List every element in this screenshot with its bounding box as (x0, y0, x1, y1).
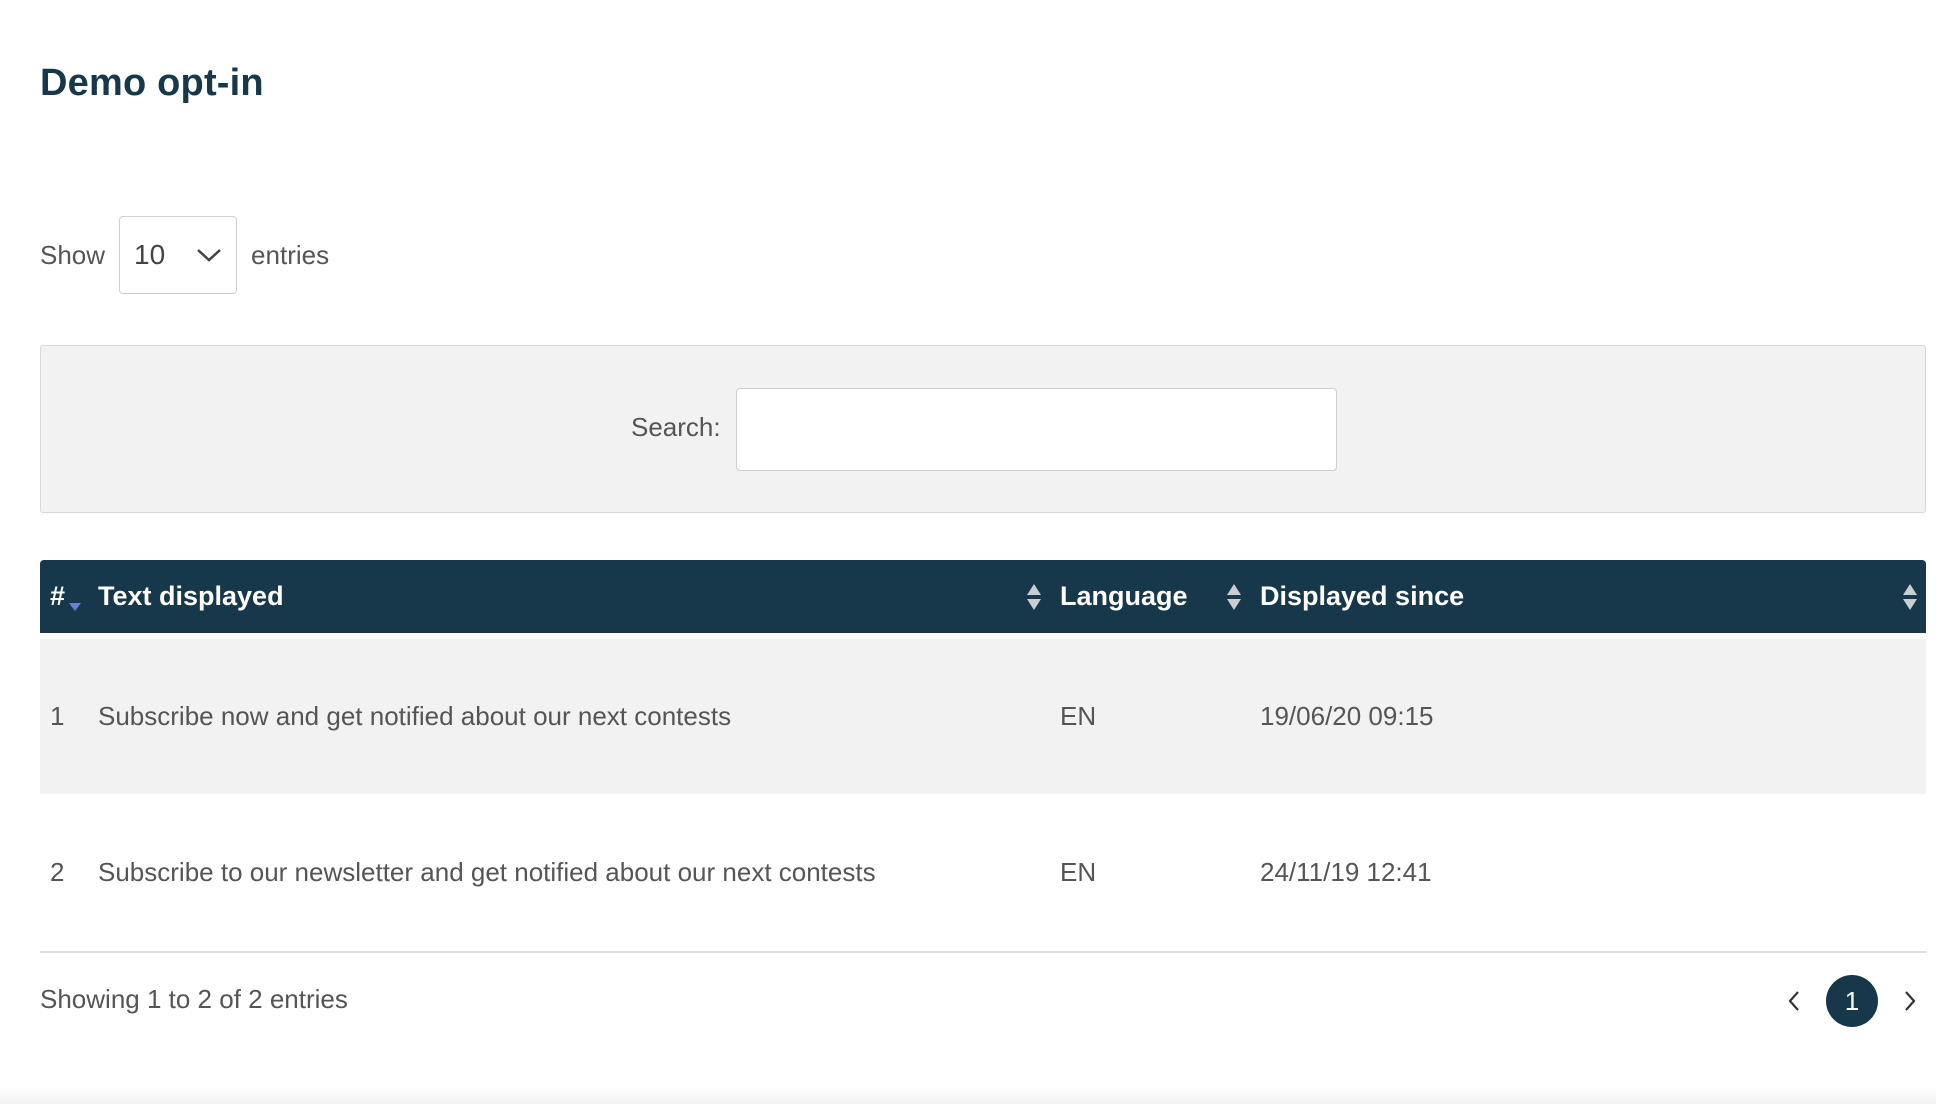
column-header-text-displayed[interactable]: Text displayed (88, 560, 1050, 636)
cell-language: EN (1050, 633, 1250, 794)
pagination: 1 (1780, 975, 1924, 1027)
next-page-button[interactable] (1896, 987, 1924, 1015)
cell-displayed-since: 24/11/19 12:41 (1250, 794, 1926, 953)
search-filter-panel: Search: (40, 345, 1926, 513)
cell-displayed-since: 19/06/20 09:15 (1250, 633, 1926, 794)
entries-label: entries (251, 239, 330, 270)
footer-shadow (0, 1086, 1936, 1104)
show-label: Show (40, 239, 106, 270)
entries-per-page-select[interactable]: 10 (119, 216, 238, 294)
entries-per-page-value: 10 (134, 239, 166, 270)
data-table: # Text displayed Language Displayed sinc… (40, 560, 1926, 953)
chevron-down-icon (197, 249, 221, 262)
sort-desc-icon (69, 603, 81, 611)
sort-icon (1903, 583, 1917, 610)
table-row[interactable]: 1 Subscribe now and get notified about o… (40, 633, 1926, 794)
previous-page-button[interactable] (1780, 987, 1808, 1015)
sort-icon (1227, 583, 1241, 610)
table-header-row: # Text displayed Language Displayed sinc… (40, 560, 1926, 636)
cell-number: 1 (40, 633, 88, 794)
cell-text: Subscribe to our newsletter and get noti… (88, 794, 1050, 953)
chevron-left-icon (1788, 991, 1799, 1011)
search-label: Search: (631, 412, 721, 442)
cell-text: Subscribe now and get notified about our… (88, 633, 1050, 794)
table-info: Showing 1 to 2 of 2 entries (40, 984, 348, 1014)
cell-language: EN (1050, 794, 1250, 953)
sort-icon (1027, 583, 1041, 610)
cell-number: 2 (40, 794, 88, 953)
search-input[interactable] (736, 388, 1337, 471)
page-button-current[interactable]: 1 (1826, 975, 1878, 1027)
table-row[interactable]: 2 Subscribe to our newsletter and get no… (40, 794, 1926, 953)
page-title: Demo opt-in (40, 62, 264, 104)
column-header-displayed-since[interactable]: Displayed since (1250, 560, 1926, 636)
chevron-right-icon (1905, 991, 1916, 1011)
column-header-number[interactable]: # (40, 560, 88, 636)
column-header-language[interactable]: Language (1050, 560, 1250, 636)
entries-length-control: Show 10 entries (40, 216, 329, 294)
